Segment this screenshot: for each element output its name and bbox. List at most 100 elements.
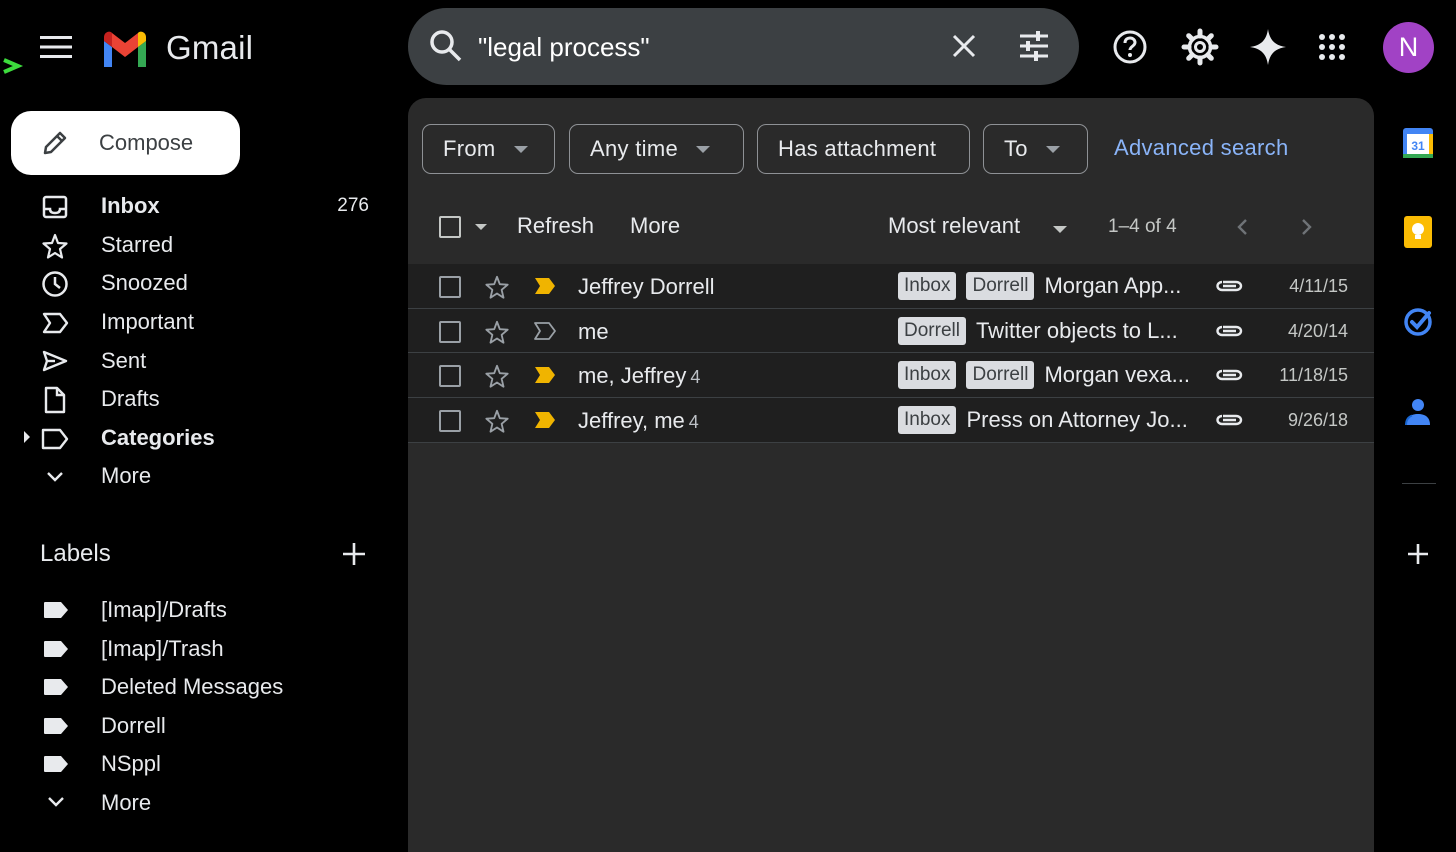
get-addons-button[interactable]	[1398, 534, 1438, 574]
filter-to-chip[interactable]: To	[983, 124, 1088, 174]
refresh-button[interactable]: Refresh	[517, 213, 594, 239]
star-icon[interactable]	[484, 408, 510, 434]
row-checkbox[interactable]	[439, 320, 461, 343]
label-item-dorrell[interactable]: Dorrell	[0, 706, 390, 745]
contacts-app-button[interactable]	[1398, 392, 1438, 432]
help-icon	[1113, 30, 1147, 64]
chevron-right-icon[interactable]	[1293, 214, 1319, 240]
main-menu-button[interactable]	[30, 24, 82, 70]
account-avatar[interactable]: N	[1383, 22, 1434, 73]
sidebar-item-inbox[interactable]: Inbox 276	[0, 187, 390, 226]
star-icon[interactable]	[484, 274, 510, 300]
select-options-caret-icon[interactable]	[475, 224, 487, 230]
terminal-prompt-icon	[3, 58, 24, 74]
sidebar-item-label: More	[101, 463, 152, 489]
label-chip[interactable]: Dorrell	[966, 272, 1035, 300]
labels-heading: Labels	[40, 540, 111, 567]
search-icon[interactable]	[428, 28, 464, 64]
calendar-app-button[interactable]: 31	[1398, 122, 1438, 162]
star-icon[interactable]	[484, 319, 510, 345]
label-name: [Imap]/Trash	[101, 635, 224, 661]
tasks-check-icon	[1404, 308, 1432, 336]
hamburger-icon	[40, 36, 72, 58]
email-subject: Press on Attorney Jo...	[966, 407, 1188, 433]
row-checkbox[interactable]	[439, 410, 461, 433]
labels-list: [Imap]/Drafts [Imap]/Trash Deleted Messa…	[0, 590, 390, 822]
clear-search-icon[interactable]	[944, 26, 984, 66]
thread-count: 4	[688, 412, 699, 433]
star-icon	[40, 232, 70, 260]
sidebar-item-drafts[interactable]: Drafts	[0, 380, 390, 419]
sort-caret-icon[interactable]	[1053, 226, 1067, 233]
list-toolbar: Refresh More Most relevant 1–4 of 4	[408, 202, 1374, 252]
sidebar-item-label: Starred	[101, 231, 174, 257]
important-marker-icon[interactable]	[534, 411, 556, 429]
send-icon	[40, 347, 70, 375]
sidebar-item-starred[interactable]: Starred	[0, 226, 390, 265]
apps-grid-icon	[1319, 34, 1345, 60]
search-bar	[408, 8, 1079, 85]
search-input[interactable]	[478, 28, 918, 66]
compose-button[interactable]: Compose	[11, 111, 240, 175]
star-icon[interactable]	[484, 363, 510, 389]
filter-any-time-chip[interactable]: Any time	[569, 124, 744, 174]
gemini-button[interactable]	[1245, 24, 1291, 70]
label-icon	[40, 425, 70, 453]
attachment-icon	[1216, 370, 1243, 381]
sidebar-nav: Inbox 276 Starred Snoozed Important Sent…	[0, 187, 390, 496]
label-item-nsppl[interactable]: NSppl	[0, 744, 390, 783]
search-options-icon[interactable]	[1012, 26, 1056, 66]
email-labels: Inbox Dorrell Morgan App...	[898, 272, 1181, 300]
sidebar-item-snoozed[interactable]: Snoozed	[0, 264, 390, 303]
table-row[interactable]: Jeffrey Dorrell Inbox Dorrell Morgan App…	[408, 264, 1374, 309]
label-tag-icon	[44, 640, 68, 657]
filter-from-chip[interactable]: From	[422, 124, 555, 174]
sidebar-item-more[interactable]: More	[0, 457, 390, 496]
select-all-checkbox[interactable]	[439, 216, 461, 238]
sidebar-item-categories[interactable]: Categories	[0, 419, 390, 458]
table-row[interactable]: Jeffrey, me 4 Inbox Press on Attorney Jo.…	[408, 398, 1374, 443]
tasks-app-button[interactable]	[1398, 302, 1438, 342]
advanced-search-link[interactable]: Advanced search	[1114, 135, 1289, 161]
more-button[interactable]: More	[630, 213, 680, 239]
table-row[interactable]: me, Jeffrey 4 Inbox Dorrell Morgan vexa..…	[408, 353, 1374, 399]
keep-app-button[interactable]	[1398, 212, 1438, 252]
gmail-logo[interactable]: Gmail	[100, 26, 253, 70]
label-chip[interactable]: Inbox	[898, 272, 957, 300]
chip-label: To	[1004, 136, 1028, 161]
important-marker-icon[interactable]	[534, 277, 556, 295]
row-checkbox[interactable]	[439, 365, 461, 388]
chevron-down-icon	[48, 797, 64, 807]
label-tag-icon	[44, 602, 68, 618]
attachment-icon	[1216, 325, 1243, 336]
label-chip[interactable]: Dorrell	[898, 316, 966, 345]
apps-button[interactable]	[1309, 24, 1355, 70]
label-chip[interactable]: Inbox	[898, 361, 957, 390]
important-marker-icon[interactable]	[534, 366, 556, 384]
chevron-left-icon[interactable]	[1230, 214, 1256, 240]
label-tag-icon	[44, 756, 68, 773]
important-icon	[40, 309, 70, 337]
email-sender: me, Jeffrey 4	[578, 363, 701, 389]
sidebar-item-important[interactable]: Important	[0, 303, 390, 342]
labels-more[interactable]: More	[0, 783, 390, 822]
help-button[interactable]	[1107, 24, 1153, 70]
label-item-imap-trash[interactable]: [Imap]/Trash	[0, 629, 390, 668]
label-item-deleted-messages[interactable]: Deleted Messages	[0, 667, 390, 706]
filter-has-attachment-chip[interactable]: Has attachment	[757, 124, 970, 174]
add-label-icon[interactable]	[338, 538, 370, 570]
email-labels: Inbox Dorrell Morgan vexa...	[898, 361, 1190, 390]
gmail-app: Gmail "legal process" N Compose Inbox 27…	[0, 0, 1456, 852]
label-chip[interactable]: Dorrell	[966, 361, 1035, 390]
sidebar-item-sent[interactable]: Sent	[0, 341, 390, 380]
label-chip[interactable]: Inbox	[898, 406, 957, 435]
settings-button[interactable]	[1177, 24, 1223, 70]
label-tag-icon	[44, 679, 68, 696]
sort-dropdown[interactable]: Most relevant	[888, 213, 1020, 239]
important-marker-icon[interactable]	[534, 321, 556, 340]
caret-right-icon[interactable]	[22, 430, 32, 444]
row-checkbox[interactable]	[439, 276, 461, 298]
table-row[interactable]: me Dorrell Twitter objects to L... 4/20/…	[408, 308, 1374, 354]
label-item-imap-drafts[interactable]: [Imap]/Drafts	[0, 590, 390, 629]
clock-icon	[40, 270, 70, 298]
